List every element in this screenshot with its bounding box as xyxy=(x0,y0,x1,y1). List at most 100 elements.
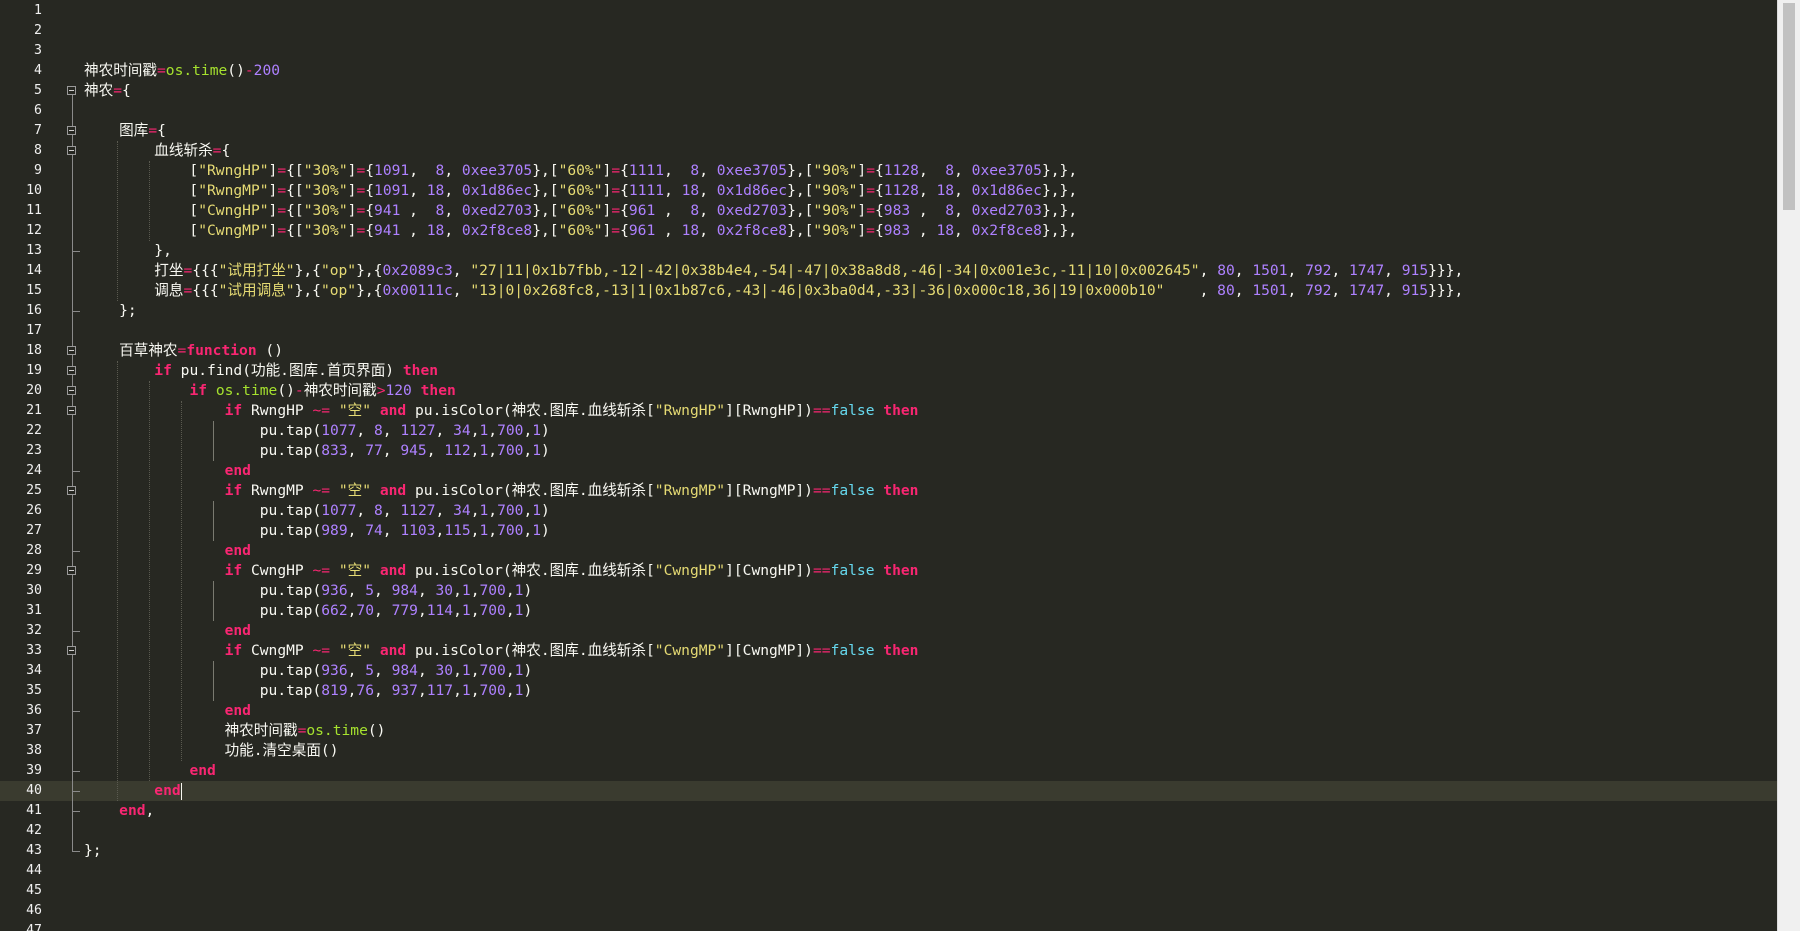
code-text: 神农={ xyxy=(84,82,131,99)
code-line[interactable]: 41 end, xyxy=(0,801,1778,821)
code-line[interactable]: 31 pu.tap(662,70, 779,114,1,700,1) xyxy=(0,601,1778,621)
line-number: 6 xyxy=(34,103,42,118)
code-line[interactable]: 40 end xyxy=(0,781,1778,801)
code-line[interactable]: 44 xyxy=(0,861,1778,881)
line-number: 31 xyxy=(26,603,42,618)
code-text: if RwngHP ~= "空" and pu.isColor(神农.图库.血线… xyxy=(224,402,919,419)
code-line[interactable]: 17 xyxy=(0,321,1778,341)
code-line[interactable]: 16 }; xyxy=(0,301,1778,321)
fold-toggle[interactable] xyxy=(67,346,76,355)
code-line[interactable]: 45 xyxy=(0,881,1778,901)
code-line[interactable]: 42 xyxy=(0,821,1778,841)
code-line[interactable]: 39 end xyxy=(0,761,1778,781)
line-number: 24 xyxy=(26,463,42,478)
code-area[interactable]: 1 2 3 4 神农时间戳=os.time()-200 5 神农={6 7 图库={8 血线斩… xyxy=(0,0,1778,931)
code-text: ["RwngHP"]={["30%"]={1091, 8, 0xee3705},… xyxy=(84,162,1078,179)
code-line[interactable]: 4 神农时间戳=os.time()-200 xyxy=(0,61,1778,81)
fold-end-marker xyxy=(72,811,80,812)
fold-toggle[interactable] xyxy=(67,126,76,135)
fold-toggle[interactable] xyxy=(67,486,76,495)
line-number: 28 xyxy=(26,543,42,558)
fold-toggle[interactable] xyxy=(67,646,76,655)
indent-guide xyxy=(149,381,150,781)
code-line[interactable]: 27 pu.tap(989, 74, 1103,115,1,700,1) xyxy=(0,521,1778,541)
code-text: if CwngHP ~= "空" and pu.isColor(神农.图库.血线… xyxy=(224,562,919,579)
code-line[interactable]: 22 pu.tap(1077, 8, 1127, 34,1,700,1) xyxy=(0,421,1778,441)
code-line[interactable]: 35 pu.tap(819,76, 937,117,1,700,1) xyxy=(0,681,1778,701)
code-line[interactable]: 36 end xyxy=(0,701,1778,721)
code-text: pu.tap(662,70, 779,114,1,700,1) xyxy=(259,602,533,619)
code-text: 图库={ xyxy=(84,122,166,139)
fold-toggle[interactable] xyxy=(67,146,76,155)
code-line[interactable]: 2 xyxy=(0,21,1778,41)
line-number: 38 xyxy=(26,743,42,758)
scrollbar-thumb[interactable] xyxy=(1783,3,1795,210)
vertical-scrollbar[interactable] xyxy=(1777,0,1800,931)
indent-guide xyxy=(149,161,150,241)
code-text: 百草神农=function () xyxy=(84,342,283,359)
code-text: pu.tap(1077, 8, 1127, 34,1,700,1) xyxy=(259,502,550,519)
code-line[interactable]: 1 xyxy=(0,1,1778,21)
code-line[interactable]: 32 end xyxy=(0,621,1778,641)
code-line[interactable]: 7 图库={ xyxy=(0,121,1778,141)
code-line[interactable]: 20 if os.time()-神农时间戳>120 then xyxy=(0,381,1778,401)
fold-toggle[interactable] xyxy=(67,366,76,375)
code-line[interactable]: 34 pu.tap(936, 5, 984, 30,1,700,1) xyxy=(0,661,1778,681)
code-text: if CwngMP ~= "空" and pu.isColor(神农.图库.血线… xyxy=(224,642,919,659)
code-line[interactable]: 5 神农={ xyxy=(0,81,1778,101)
indent-guide xyxy=(117,141,118,301)
fold-end-marker xyxy=(72,791,80,792)
code-text: pu.tap(936, 5, 984, 30,1,700,1) xyxy=(259,662,533,679)
line-number: 12 xyxy=(26,223,42,238)
code-line[interactable]: 18 百草神农=function () xyxy=(0,341,1778,361)
code-text: pu.tap(936, 5, 984, 30,1,700,1) xyxy=(259,582,533,599)
code-line[interactable]: 24 end xyxy=(0,461,1778,481)
code-line[interactable]: 13 }, xyxy=(0,241,1778,261)
fold-toggle[interactable] xyxy=(67,86,76,95)
code-line[interactable]: 28 end xyxy=(0,541,1778,561)
line-number: 25 xyxy=(26,483,42,498)
fold-end-marker xyxy=(72,711,80,712)
code-line[interactable]: 14 打坐={{{"试用打坐"},{"op"},{0x2089c3, "27|1… xyxy=(0,261,1778,281)
code-line[interactable]: 10 ["RwngMP"]={["30%"]={1091, 18, 0x1d86… xyxy=(0,181,1778,201)
code-line[interactable]: 11 ["CwngHP"]={["30%"]={941 , 8, 0xed270… xyxy=(0,201,1778,221)
line-number: 46 xyxy=(26,903,42,918)
code-line[interactable]: 21 if RwngHP ~= "空" and pu.isColor(神农.图库… xyxy=(0,401,1778,421)
line-number: 37 xyxy=(26,723,42,738)
code-line[interactable]: 26 pu.tap(1077, 8, 1127, 34,1,700,1) xyxy=(0,501,1778,521)
code-text: end xyxy=(224,622,251,639)
code-line[interactable]: 9 ["RwngHP"]={["30%"]={1091, 8, 0xee3705… xyxy=(0,161,1778,181)
code-text: 神农时间戳=os.time() xyxy=(84,722,386,739)
code-line[interactable]: 30 pu.tap(936, 5, 984, 30,1,700,1) xyxy=(0,581,1778,601)
line-number: 35 xyxy=(26,683,42,698)
indent-guide xyxy=(213,661,214,701)
code-line[interactable]: 23 pu.tap(833, 77, 945, 112,1,700,1) xyxy=(0,441,1778,461)
code-line[interactable]: 46 xyxy=(0,901,1778,921)
indent-guide xyxy=(181,401,182,761)
code-line[interactable]: 12 ["CwngMP"]={["30%"]={941 , 18, 0x2f8c… xyxy=(0,221,1778,241)
fold-toggle[interactable] xyxy=(67,566,76,575)
code-text: }, xyxy=(84,242,172,259)
code-line[interactable]: 37 神农时间戳=os.time() xyxy=(0,721,1778,741)
code-line[interactable]: 3 xyxy=(0,41,1778,61)
code-line[interactable]: 38 功能.清空桌面() xyxy=(0,741,1778,761)
code-text: }; xyxy=(84,302,137,319)
code-line[interactable]: 33 if CwngMP ~= "空" and pu.isColor(神农.图库… xyxy=(0,641,1778,661)
fold-end-marker xyxy=(72,311,80,312)
code-text: end xyxy=(224,462,251,479)
line-number: 5 xyxy=(34,83,42,98)
code-line[interactable]: 29 if CwngHP ~= "空" and pu.isColor(神农.图库… xyxy=(0,561,1778,581)
fold-toggle[interactable] xyxy=(67,386,76,395)
line-number: 22 xyxy=(26,423,42,438)
code-line[interactable]: 19 if pu.find(功能.图库.首页界面) then xyxy=(0,361,1778,381)
code-line[interactable]: 47 xyxy=(0,921,1778,931)
fold-toggle[interactable] xyxy=(67,406,76,415)
code-line[interactable]: 43}; xyxy=(0,841,1778,861)
code-line[interactable]: 8 血线斩杀={ xyxy=(0,141,1778,161)
fold-end-marker xyxy=(72,471,80,472)
code-line[interactable]: 15 调息={{{"试用调息"},{"op"},{0x00111c, "13|0… xyxy=(0,281,1778,301)
line-number: 13 xyxy=(26,243,42,258)
code-line[interactable]: 6 xyxy=(0,101,1778,121)
code-line[interactable]: 25 if RwngMP ~= "空" and pu.isColor(神农.图库… xyxy=(0,481,1778,501)
code-editor[interactable]: 1 2 3 4 神农时间戳=os.time()-200 5 神农={6 7 图库={8 血线斩… xyxy=(0,0,1800,931)
